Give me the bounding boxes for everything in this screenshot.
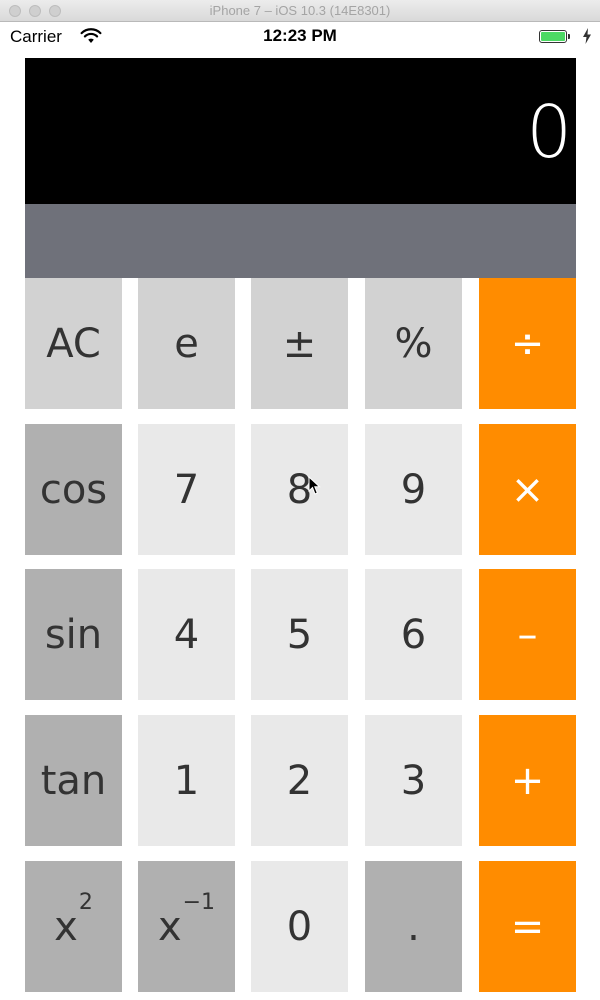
reciprocal-base: x bbox=[157, 903, 182, 950]
digit-2-button[interactable]: 2 bbox=[251, 715, 348, 846]
digit-7-button[interactable]: 7 bbox=[138, 424, 235, 555]
simulator-title-bar: iPhone 7 – iOS 10.3 (14E8301) bbox=[0, 0, 600, 22]
window-title: iPhone 7 – iOS 10.3 (14E8301) bbox=[209, 3, 391, 18]
reciprocal-label: x−1 bbox=[157, 890, 215, 950]
percent-button[interactable]: % bbox=[365, 278, 462, 409]
square-base: x bbox=[54, 903, 78, 950]
square-label: x2 bbox=[54, 890, 93, 950]
mouse-pointer-icon bbox=[308, 476, 321, 495]
reciprocal-button[interactable]: x−1 bbox=[138, 861, 235, 992]
digit-1-button[interactable]: 1 bbox=[138, 715, 235, 846]
display-value: 0 bbox=[526, 90, 572, 174]
euler-constant-button[interactable]: e bbox=[138, 278, 235, 409]
digit-3-button[interactable]: 3 bbox=[365, 715, 462, 846]
digit-4-button[interactable]: 4 bbox=[138, 569, 235, 700]
plus-minus-button[interactable]: ± bbox=[251, 278, 348, 409]
square-button[interactable]: x2 bbox=[25, 861, 122, 992]
subtract-button[interactable]: – bbox=[479, 569, 576, 700]
status-bar: Carrier 12:23 PM bbox=[0, 22, 600, 50]
equals-button[interactable]: = bbox=[479, 861, 576, 992]
secondary-display bbox=[25, 204, 576, 278]
battery-icon bbox=[539, 30, 570, 43]
sin-button[interactable]: sin bbox=[25, 569, 122, 700]
digit-9-button[interactable]: 9 bbox=[365, 424, 462, 555]
digit-6-button[interactable]: 6 bbox=[365, 569, 462, 700]
all-clear-button[interactable]: AC bbox=[25, 278, 122, 409]
charging-bolt-icon bbox=[583, 28, 591, 44]
status-time: 12:23 PM bbox=[263, 26, 337, 45]
digit-5-button[interactable]: 5 bbox=[251, 569, 348, 700]
cos-button[interactable]: cos bbox=[25, 424, 122, 555]
square-exponent: 2 bbox=[78, 890, 93, 916]
digit-8-button[interactable]: 8 bbox=[251, 424, 348, 555]
reciprocal-exponent: −1 bbox=[182, 890, 216, 916]
calculator-display: 0 bbox=[25, 58, 576, 204]
decimal-button[interactable]: . bbox=[365, 861, 462, 992]
digit-0-button[interactable]: 0 bbox=[251, 861, 348, 992]
tan-button[interactable]: tan bbox=[25, 715, 122, 846]
battery-level-fill bbox=[541, 32, 565, 41]
add-button[interactable]: + bbox=[479, 715, 576, 846]
divide-button[interactable]: ÷ bbox=[479, 278, 576, 409]
multiply-button[interactable]: × bbox=[479, 424, 576, 555]
